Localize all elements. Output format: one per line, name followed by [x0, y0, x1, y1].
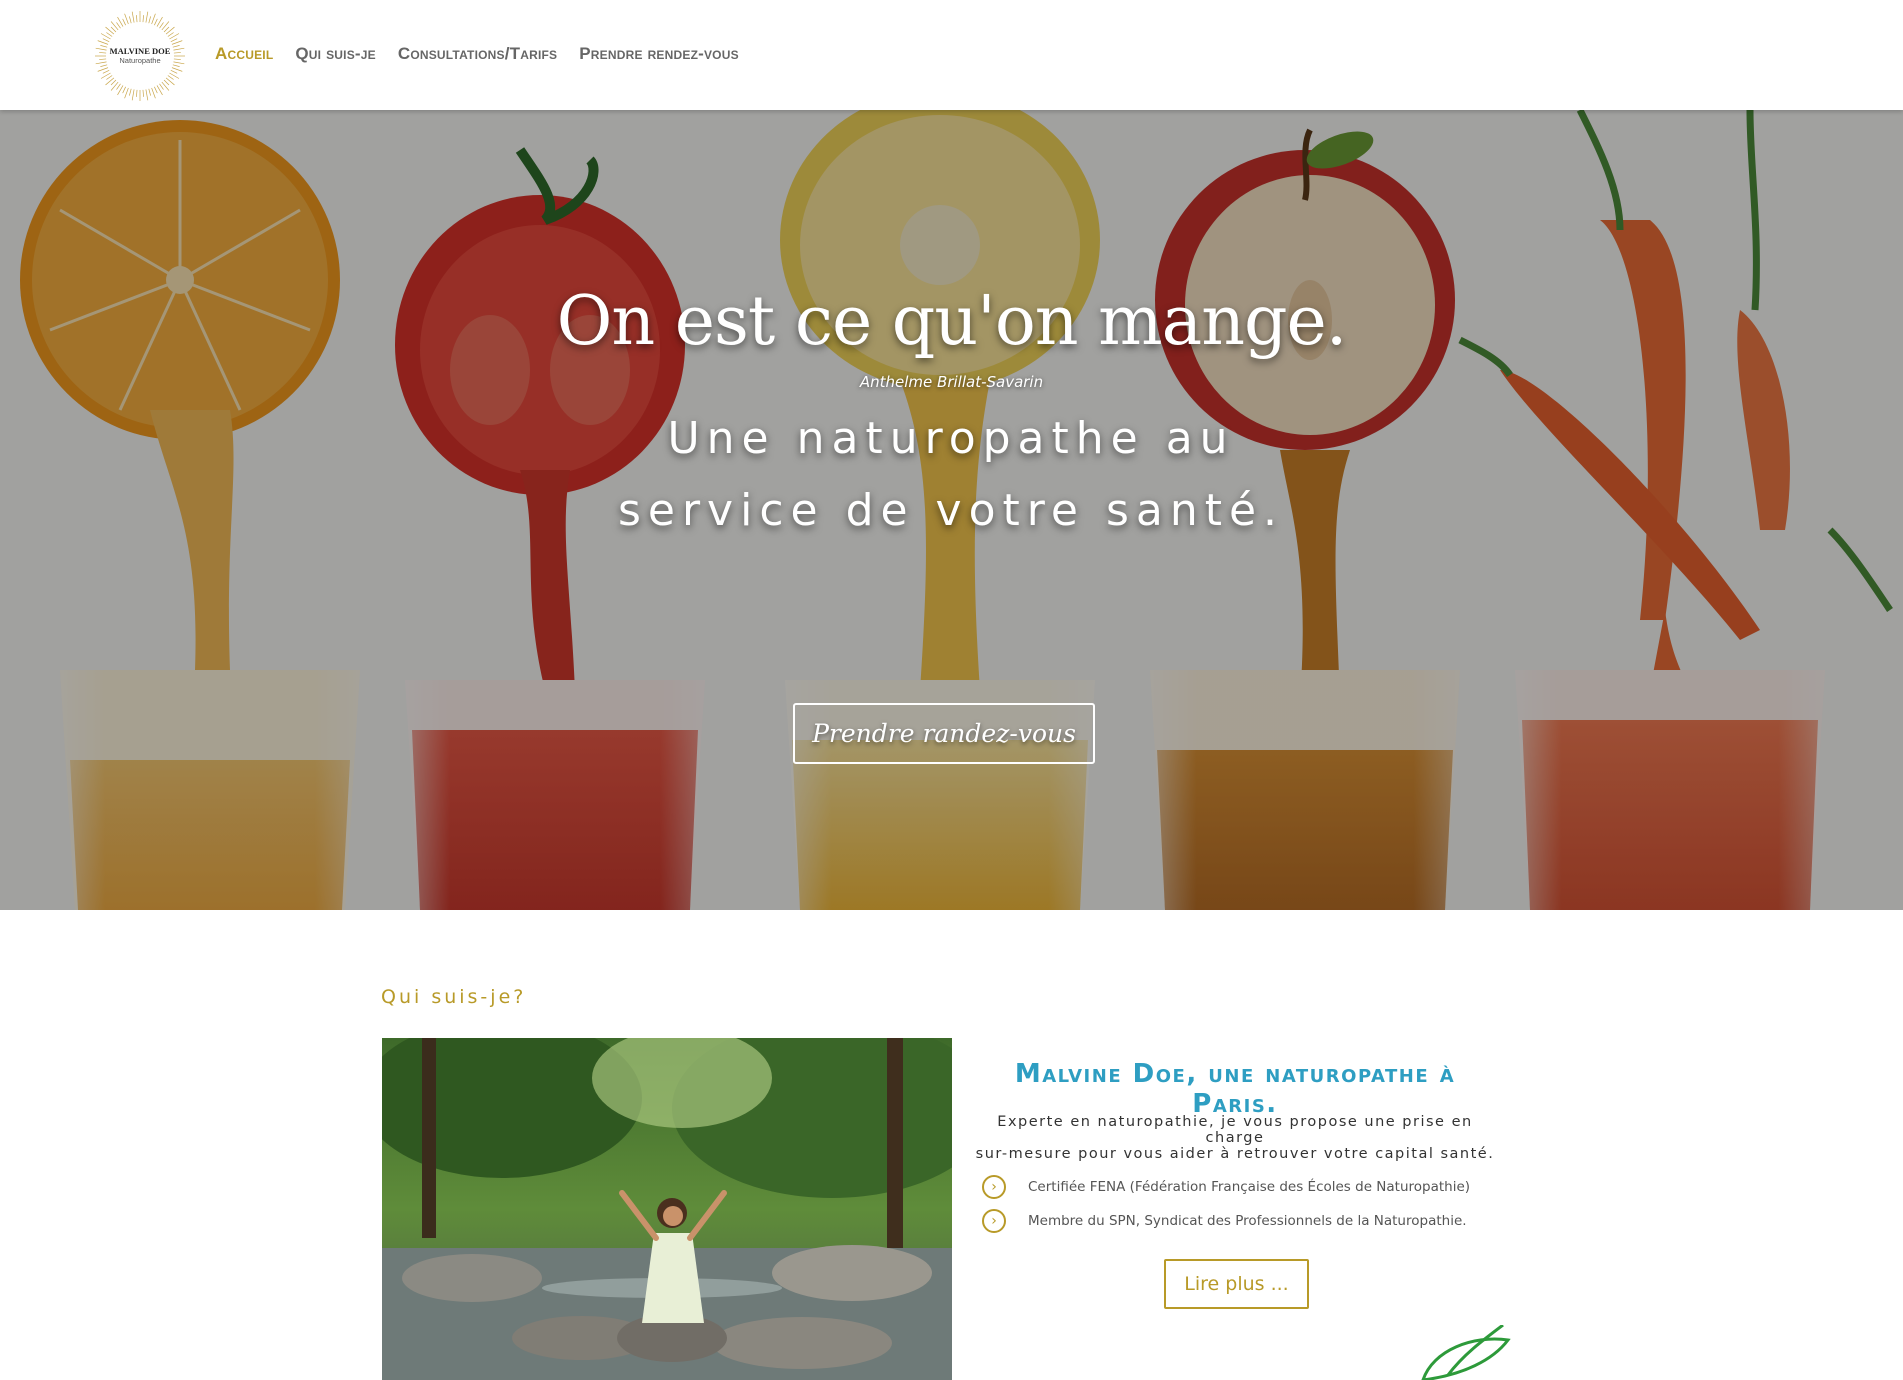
about-photo — [382, 1038, 952, 1380]
about-description-line-2: sur-mesure pour vous aider à retrouver v… — [975, 1146, 1495, 1162]
sun-logo-icon: MALVINE DOE Naturopathe — [95, 11, 185, 101]
hero-tagline-line-2: service de votre santé. — [617, 485, 1285, 536]
section-label-qui-suis-je: Qui suis-je? — [381, 986, 527, 1008]
read-more-button[interactable]: Lire plus ... — [1164, 1259, 1309, 1309]
credential-text: Certifiée FENA (Fédération Française des… — [1028, 1179, 1471, 1195]
main-nav: Accueil Qui suis-je Consultations/Tarifs… — [215, 44, 739, 64]
about-description: Experte en naturopathie, je vous propose… — [965, 1114, 1505, 1162]
site-logo[interactable]: MALVINE DOE Naturopathe — [94, 10, 186, 102]
hero-section: On est ce qu'on mange. Anthelme Brillat-… — [0, 110, 1903, 910]
forest-stream-photo — [382, 1038, 952, 1380]
nav-item-prendre-rendez-vous[interactable]: Prendre rendez-vous — [579, 44, 739, 64]
list-item: › Certifiée FENA (Fédération Française d… — [982, 1170, 1522, 1204]
logo-name: MALVINE DOE — [110, 46, 171, 56]
site-header: MALVINE DOE Naturopathe Accueil Qui suis… — [0, 0, 1903, 110]
chevron-right-circle-icon: › — [982, 1209, 1006, 1233]
credential-text: Membre du SPN, Syndicat des Professionne… — [1028, 1213, 1467, 1229]
about-description-line-1: Experte en naturopathie, je vous propose… — [997, 1114, 1473, 1146]
nav-item-qui-suis-je[interactable]: Qui suis-je — [295, 44, 376, 64]
hero-quote: On est ce qu'on mange. — [556, 282, 1348, 361]
leaf-decoration-icon — [1421, 1325, 1511, 1380]
chevron-right-circle-icon: › — [982, 1175, 1006, 1199]
hero-appointment-button[interactable]: Prendre randez-vous — [793, 703, 1095, 764]
logo-subtitle: Naturopathe — [119, 56, 160, 65]
hero-tagline-line-1: Une naturopathe au — [667, 413, 1235, 464]
credentials-list: › Certifiée FENA (Fédération Française d… — [982, 1170, 1522, 1238]
hero-quote-author: Anthelme Brillat-Savarin — [859, 373, 1044, 391]
about-title: Malvine Doe, une naturopathe à Paris. — [1014, 1059, 1456, 1119]
list-item: › Membre du SPN, Syndicat des Profession… — [982, 1204, 1522, 1238]
nav-item-consultations-tarifs[interactable]: Consultations/Tarifs — [398, 44, 557, 64]
nav-item-accueil[interactable]: Accueil — [215, 44, 273, 64]
hero-tagline: Une naturopathe au service de votre sant… — [551, 403, 1351, 547]
